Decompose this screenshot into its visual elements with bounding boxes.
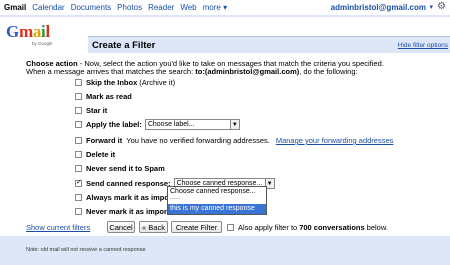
top-bar: Gmail Calendar Documents Photos Reader W… bbox=[0, 0, 450, 16]
logo-letter: m bbox=[18, 22, 33, 41]
option-apply-label[interactable]: Apply the label: Choose label... ▼ bbox=[75, 119, 240, 130]
option-label: Mark as read bbox=[86, 92, 132, 101]
option-forward[interactable]: Forward it You have no verified forwardi… bbox=[75, 136, 393, 145]
nav-photos[interactable]: Photos bbox=[117, 3, 142, 12]
never-spam-checkbox[interactable] bbox=[75, 165, 82, 172]
option-label: Star it bbox=[86, 106, 108, 115]
label-select-value: Choose label... bbox=[147, 121, 195, 128]
criteria-pre: When a message arrives that matches the … bbox=[26, 67, 196, 76]
mark-read-checkbox[interactable] bbox=[75, 93, 82, 100]
chevron-down-icon[interactable]: ▾ bbox=[429, 3, 433, 11]
option-label: Never send it to Spam bbox=[86, 164, 165, 173]
forward-checkbox[interactable] bbox=[75, 137, 82, 144]
option-note: (Archive it) bbox=[139, 78, 176, 87]
gmail-logo[interactable]: Gmail bbox=[6, 22, 50, 42]
also-apply-filter[interactable]: Also apply filter to 700 conversations b… bbox=[227, 223, 388, 232]
always-important-checkbox[interactable] bbox=[75, 194, 82, 201]
logo-by-google: by Google bbox=[32, 41, 53, 46]
forward-note: You have no verified forwarding addresse… bbox=[126, 136, 270, 145]
nav-more[interactable]: more ▾ bbox=[203, 3, 227, 12]
cancel-button[interactable]: Cancel bbox=[107, 221, 135, 233]
canned-response-note: Note: old mail will not receive a canned… bbox=[26, 247, 146, 253]
option-label: Always mark it as impor bbox=[86, 193, 172, 202]
logo-letter: a bbox=[32, 22, 42, 41]
option-label: Forward it bbox=[86, 136, 123, 145]
option-label: Send canned response: bbox=[86, 179, 171, 188]
option-never-important[interactable]: Never mark it as importa bbox=[75, 207, 174, 216]
dropdown-separator: ----- bbox=[170, 196, 180, 202]
canned-response-dropdown[interactable]: Choose canned response... ----- this is … bbox=[167, 186, 267, 215]
label-select[interactable]: Choose label... ▼ bbox=[144, 119, 240, 130]
also-apply-pre: Also apply filter to bbox=[238, 223, 298, 232]
dropdown-option-selected[interactable]: this is my canned response bbox=[168, 204, 266, 214]
top-divider bbox=[0, 15, 450, 17]
option-never-spam[interactable]: Never send it to Spam bbox=[75, 164, 165, 173]
criteria-post: , do the following: bbox=[299, 67, 358, 76]
apply-label-checkbox[interactable] bbox=[75, 121, 82, 128]
logo-letter: l bbox=[45, 22, 50, 41]
option-always-important[interactable]: Always mark it as impor bbox=[75, 193, 172, 202]
show-current-filters-link[interactable]: Show current filters bbox=[26, 223, 90, 232]
dropdown-option[interactable]: Choose canned response... bbox=[168, 187, 266, 197]
manage-forwarding-link[interactable]: Manage your forwarding addresses bbox=[276, 136, 394, 145]
option-label: Skip the Inbox bbox=[86, 78, 138, 87]
also-apply-post: below. bbox=[366, 223, 388, 232]
top-nav: Gmail Calendar Documents Photos Reader W… bbox=[4, 3, 233, 12]
option-delete[interactable]: Delete it bbox=[75, 150, 115, 159]
delete-checkbox[interactable] bbox=[75, 151, 82, 158]
create-filter-button[interactable]: Create Filter bbox=[171, 221, 222, 233]
logo-letter: G bbox=[6, 22, 19, 41]
chevron-down-icon[interactable]: ▼ bbox=[229, 120, 239, 129]
gear-icon[interactable]: ⚙ bbox=[437, 1, 446, 12]
nav-documents[interactable]: Documents bbox=[71, 3, 111, 12]
option-mark-read[interactable]: Mark as read bbox=[75, 92, 132, 101]
page-title: Create a Filter bbox=[92, 40, 156, 51]
criteria-query: to:(adminbristol@gmail.com) bbox=[195, 67, 300, 76]
option-label: Delete it bbox=[86, 150, 116, 159]
star-checkbox[interactable] bbox=[75, 107, 82, 114]
also-apply-count: 700 conversations bbox=[299, 223, 365, 232]
back-button[interactable]: « Back bbox=[139, 221, 168, 233]
nav-reader[interactable]: Reader bbox=[148, 3, 174, 12]
option-skip-inbox[interactable]: Skip the Inbox (Archive it) bbox=[75, 78, 175, 87]
hide-filter-options-link[interactable]: Hide filter options bbox=[398, 42, 448, 49]
option-star[interactable]: Star it bbox=[75, 106, 107, 115]
also-apply-checkbox[interactable] bbox=[227, 224, 234, 231]
option-label: Apply the label: bbox=[86, 120, 142, 129]
skip-inbox-checkbox[interactable] bbox=[75, 79, 82, 86]
nav-calendar[interactable]: Calendar bbox=[32, 3, 64, 12]
never-important-checkbox[interactable] bbox=[75, 208, 82, 215]
canned-response-checkbox[interactable] bbox=[75, 178, 82, 187]
option-label: Never mark it as importa bbox=[86, 207, 174, 216]
account-email[interactable]: adminbristol@gmail.com bbox=[331, 3, 426, 12]
search-criteria-text: When a message arrives that matches the … bbox=[26, 67, 358, 76]
nav-gmail[interactable]: Gmail bbox=[4, 3, 26, 12]
nav-web[interactable]: Web bbox=[180, 3, 196, 12]
